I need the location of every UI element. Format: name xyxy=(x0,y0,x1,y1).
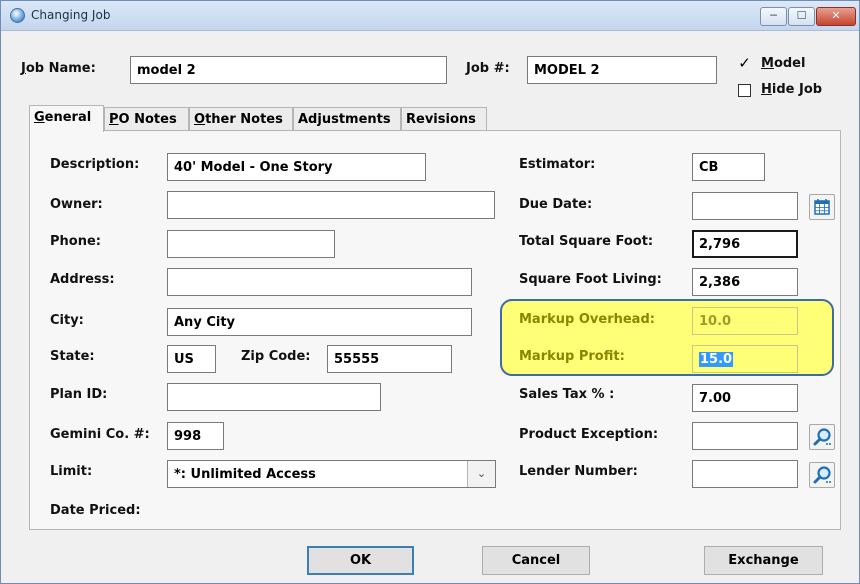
total-square-foot-input[interactable]: 2,796 xyxy=(692,230,798,258)
chevron-down-icon[interactable]: ⌄ xyxy=(467,461,495,487)
job-number-input[interactable]: MODEL 2 xyxy=(527,56,717,84)
window-title: Changing Job xyxy=(31,8,111,22)
hide-job-label[interactable]: Hide Job xyxy=(761,82,822,97)
phone-input[interactable] xyxy=(167,230,335,258)
lender-number-label: Lender Number: xyxy=(519,464,638,479)
description-input[interactable]: 40' Model - One Story xyxy=(167,153,426,181)
lender-number-search-button[interactable] xyxy=(809,462,835,488)
state-input[interactable]: US xyxy=(167,345,216,373)
model-checkbox[interactable]: ✓ xyxy=(738,56,751,71)
job-name-input[interactable]: model 2 xyxy=(130,56,447,84)
lender-number-input[interactable] xyxy=(692,460,798,488)
estimator-label: Estimator: xyxy=(519,157,596,172)
product-exception-label: Product Exception: xyxy=(519,427,659,442)
exchange-button[interactable]: Exchange xyxy=(704,546,823,575)
gemini-co-label: Gemini Co. #: xyxy=(50,427,150,442)
markup-profit-label: Markup Profit: xyxy=(519,349,625,364)
search-icon xyxy=(813,428,831,446)
tab-po-notes[interactable]: PO Notes xyxy=(104,107,189,131)
tab-other-notes[interactable]: Other Notes xyxy=(189,107,293,131)
city-label: City: xyxy=(50,313,84,328)
zip-code-label: Zip Code: xyxy=(241,349,311,364)
tab-revisions[interactable]: Revisions xyxy=(401,107,487,131)
date-priced-label: Date Priced: xyxy=(50,503,141,518)
estimator-input[interactable]: CB xyxy=(692,153,765,181)
calendar-icon xyxy=(814,199,830,215)
title-bar[interactable]: Changing Job ─ ☐ ✕ xyxy=(1,1,859,31)
minimize-button[interactable]: ─ xyxy=(760,7,787,26)
markup-overhead-label: Markup Overhead: xyxy=(519,312,655,327)
plan-id-input[interactable] xyxy=(167,383,381,411)
phone-label: Phone: xyxy=(50,234,101,249)
city-input[interactable]: Any City xyxy=(167,308,472,336)
job-number-label: Job #: xyxy=(466,61,510,76)
maximize-button[interactable]: ☐ xyxy=(788,7,815,26)
hide-job-checkbox[interactable] xyxy=(738,84,751,97)
limit-selected-value: *: Unlimited Access xyxy=(174,467,316,482)
model-label[interactable]: Model xyxy=(761,56,805,71)
tab-adjustments[interactable]: Adjustments xyxy=(293,107,401,131)
sales-tax-input[interactable]: 7.00 xyxy=(692,384,798,412)
job-name-label: Job Name: xyxy=(21,61,96,76)
square-foot-living-input[interactable]: 2,386 xyxy=(692,268,798,296)
limit-select[interactable]: *: Unlimited Access ⌄ xyxy=(167,460,496,488)
owner-label: Owner: xyxy=(50,197,103,212)
state-label: State: xyxy=(50,349,95,364)
calendar-button[interactable] xyxy=(809,194,835,220)
due-date-input[interactable] xyxy=(692,192,798,220)
tab-general[interactable]: General xyxy=(29,105,104,132)
app-icon xyxy=(10,8,25,23)
product-exception-input[interactable] xyxy=(692,422,798,450)
address-label: Address: xyxy=(50,272,115,287)
sales-tax-label: Sales Tax % : xyxy=(519,387,615,402)
product-exception-search-button[interactable] xyxy=(809,424,835,450)
cancel-button[interactable]: Cancel xyxy=(482,546,590,575)
square-foot-living-label: Square Foot Living: xyxy=(519,272,662,287)
total-square-foot-label: Total Square Foot: xyxy=(519,234,654,249)
close-button[interactable]: ✕ xyxy=(816,7,856,26)
markup-profit-selected-text: 15.0 xyxy=(699,352,734,367)
markup-overhead-input[interactable]: 10.0 xyxy=(692,307,798,335)
markup-profit-input[interactable]: 15.0 xyxy=(692,345,798,373)
changing-job-window: Changing Job ─ ☐ ✕ Job Name: model 2 Job… xyxy=(0,0,860,584)
search-icon xyxy=(813,466,831,484)
address-input[interactable] xyxy=(167,268,472,296)
due-date-label: Due Date: xyxy=(519,197,593,212)
zip-code-input[interactable]: 55555 xyxy=(327,345,452,373)
plan-id-label: Plan ID: xyxy=(50,387,108,402)
description-label: Description: xyxy=(50,157,140,172)
gemini-co-input[interactable]: 998 xyxy=(167,422,224,450)
limit-label: Limit: xyxy=(50,464,93,479)
owner-input[interactable] xyxy=(167,191,495,219)
ok-button[interactable]: OK xyxy=(307,546,414,575)
